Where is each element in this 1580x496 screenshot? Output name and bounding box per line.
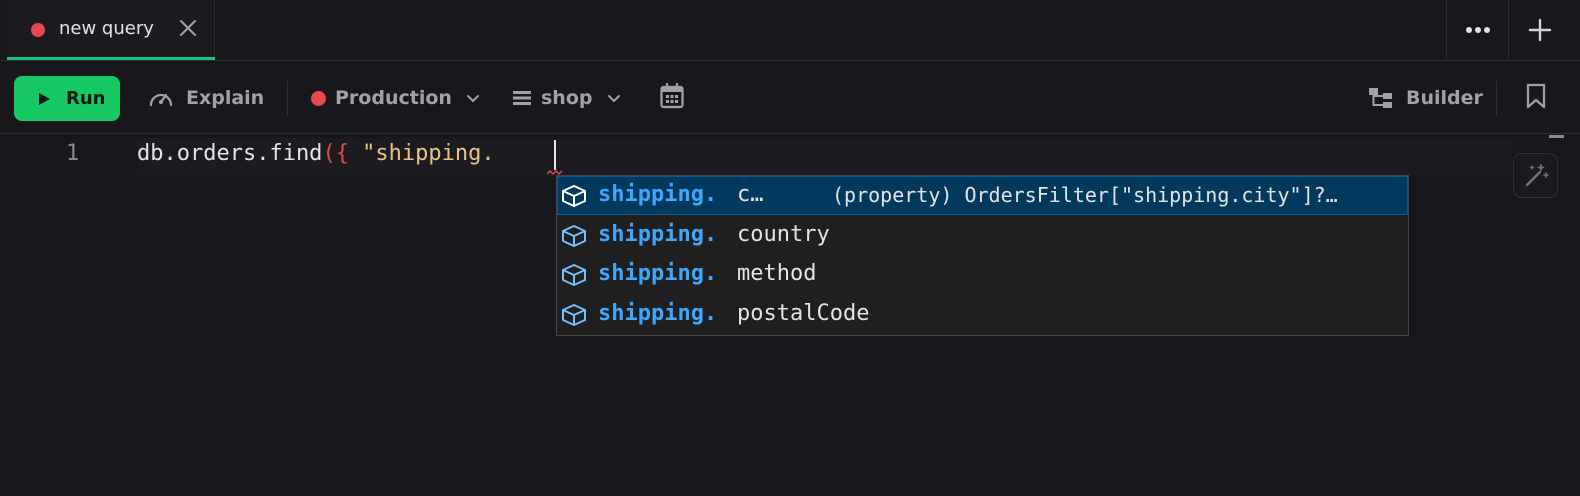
suggestion-item[interactable]: shipping. c… (property) OrdersFilter["sh… xyxy=(557,176,1408,215)
play-icon xyxy=(39,93,50,105)
connection-label: Production xyxy=(335,87,452,109)
plus-icon xyxy=(1528,18,1551,42)
tab-new-query[interactable]: new query xyxy=(7,0,215,60)
line-number: 1 xyxy=(66,141,80,166)
explain-button[interactable]: Explain xyxy=(148,85,264,111)
magic-wand-icon xyxy=(1525,163,1549,186)
suggestion-label: method xyxy=(737,261,817,286)
suggestion-match: shipping. xyxy=(598,222,718,247)
property-icon xyxy=(562,304,586,326)
property-icon xyxy=(562,185,586,207)
active-tab-indicator xyxy=(7,57,215,60)
run-button[interactable]: Run xyxy=(14,76,120,121)
suggestion-match: shipping. xyxy=(598,301,718,326)
suggestion-item[interactable]: shipping. country xyxy=(557,216,1408,255)
more-button[interactable] xyxy=(1446,0,1508,60)
builder-button[interactable]: Builder xyxy=(1368,85,1483,111)
text-cursor xyxy=(554,140,556,170)
builder-icon xyxy=(1368,87,1394,109)
schedule-button[interactable] xyxy=(660,82,684,114)
suggestion-item[interactable]: shipping. postalCode xyxy=(557,295,1408,334)
query-toolbar: Run Explain Production shop Builder xyxy=(0,61,1580,134)
ai-assist-button[interactable] xyxy=(1513,153,1558,198)
bookmark-icon xyxy=(1526,83,1546,114)
property-icon xyxy=(562,264,586,286)
explain-label: Explain xyxy=(186,87,265,109)
chevron-down-icon xyxy=(607,94,621,103)
connection-selector[interactable]: Production xyxy=(311,85,480,111)
suggestion-match: shipping. xyxy=(598,182,718,207)
tab-bar: new query xyxy=(0,0,1580,61)
list-icon xyxy=(513,90,531,106)
autocomplete-popup: shipping. c… (property) OrdersFilter["sh… xyxy=(556,175,1409,336)
code-text: db.orders.find xyxy=(137,141,323,166)
code-brace: { xyxy=(335,141,349,166)
code-paren: ( xyxy=(322,141,336,166)
gauge-icon xyxy=(148,87,174,109)
suggestion-item[interactable]: shipping. method xyxy=(557,255,1408,294)
unsaved-indicator xyxy=(31,23,45,37)
suggestion-label: postalCode xyxy=(737,301,870,326)
suggestion-match: shipping. xyxy=(598,261,718,286)
tab-label: new query xyxy=(59,18,154,39)
builder-label: Builder xyxy=(1406,87,1483,109)
overview-ruler-marker xyxy=(1549,135,1564,138)
database-selector[interactable]: shop xyxy=(513,85,621,111)
toolbar-divider xyxy=(1496,81,1497,115)
new-tab-button[interactable] xyxy=(1508,0,1570,60)
calendar-icon xyxy=(660,82,684,114)
suggestion-label: c… xyxy=(737,182,764,207)
run-label: Run xyxy=(66,88,106,109)
suggestion-label: country xyxy=(737,222,830,247)
code-string: "shipping. xyxy=(348,141,495,166)
connection-status-dot xyxy=(311,90,326,106)
code-line[interactable]: db.orders.find({ "shipping. xyxy=(137,141,495,166)
toolbar-divider xyxy=(287,81,288,115)
chevron-down-icon xyxy=(466,94,480,103)
suggestion-detail: (property) OrdersFilter["shipping.city"]… xyxy=(832,183,1338,207)
database-label: shop xyxy=(541,87,593,109)
more-icon xyxy=(1465,27,1490,33)
bookmark-button[interactable] xyxy=(1526,83,1546,114)
close-icon[interactable] xyxy=(177,17,199,39)
property-icon xyxy=(562,225,586,247)
